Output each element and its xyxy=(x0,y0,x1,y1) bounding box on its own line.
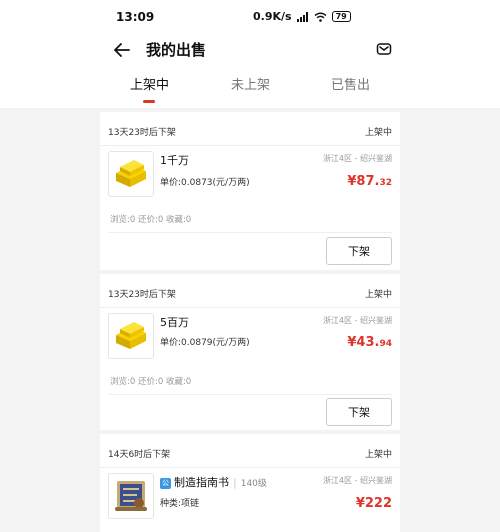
divider xyxy=(108,394,392,395)
page-title: 我的出售 xyxy=(146,41,207,59)
wifi-icon xyxy=(314,12,327,22)
listing-status: 上架中 xyxy=(364,290,392,300)
public-badge: 公 xyxy=(160,478,171,489)
listing-status: 上架中 xyxy=(364,450,392,460)
tab-bar: 上架中 未上架 已售出 xyxy=(0,74,500,108)
item-thumbnail[interactable] xyxy=(108,313,154,359)
status-time: 13:09 xyxy=(116,10,155,24)
item-unit-price: 单价:0.0873(元/万两) xyxy=(160,178,250,188)
tab-on-sale[interactable]: 上架中 xyxy=(130,74,169,93)
separator: | xyxy=(233,476,237,489)
item-name-row: 公制造指南书 | 140级 xyxy=(160,474,267,490)
status-indicators: 0.9K/s 79 xyxy=(253,10,351,23)
divider xyxy=(108,232,392,233)
item-server: 浙江4区 - 绍兴鉴湖 xyxy=(322,316,392,325)
item-stats: 浏览:0 还价:0 收藏:0 xyxy=(110,215,192,225)
gold-ingot-icon xyxy=(116,322,146,349)
listing-status: 上架中 xyxy=(364,128,392,138)
item-price: ¥43.94 xyxy=(347,335,392,350)
price-cents: 94 xyxy=(379,339,392,349)
price-cents: 32 xyxy=(379,178,392,188)
item-server: 浙江4区 - 绍兴鉴湖 xyxy=(322,476,392,485)
guide-book-icon xyxy=(115,481,147,511)
back-arrow-icon[interactable] xyxy=(112,40,132,60)
listing-card[interactable]: 13天23时后下架 上架中 1千万 单价:0.0873(元/万两) 浙江4区 -… xyxy=(100,112,400,270)
network-speed: 0.9K/s xyxy=(253,10,292,23)
item-category: 种类:项链 xyxy=(160,499,200,509)
item-unit-price: 单价:0.0879(元/万两) xyxy=(160,338,250,348)
listing-card[interactable]: 14天6时后下架 上架中 公制造指南书 | 140级 种类:项链 浙江4区 - 绍兴… xyxy=(100,434,400,532)
status-bar: 13:09 0.9K/s 79 xyxy=(0,0,500,34)
battery-icon: 79 xyxy=(331,11,351,22)
tab-not-listed[interactable]: 未上架 xyxy=(231,74,270,93)
item-thumbnail[interactable] xyxy=(108,151,154,197)
price-main: ¥87. xyxy=(347,174,380,189)
delist-button[interactable]: 下架 xyxy=(326,237,392,265)
listing-time-left: 13天23时后下架 xyxy=(108,128,176,138)
active-tab-indicator xyxy=(143,100,155,103)
item-server: 浙江4区 - 绍兴鉴湖 xyxy=(322,154,392,163)
item-name: 5百万 xyxy=(160,316,189,329)
listing-header: 13天23时后下架 上架中 xyxy=(100,274,400,308)
price-main: ¥43. xyxy=(347,335,380,350)
item-thumbnail[interactable] xyxy=(108,473,154,519)
signal-icon xyxy=(296,11,308,22)
item-stats: 浏览:0 还价:0 收藏:0 xyxy=(110,377,192,387)
gold-ingot-icon xyxy=(116,160,146,187)
delist-button[interactable]: 下架 xyxy=(326,398,392,426)
tab-sold[interactable]: 已售出 xyxy=(331,74,370,93)
item-level: 140级 xyxy=(240,479,267,489)
item-price: ¥87.32 xyxy=(347,174,392,189)
item-name: 1千万 xyxy=(160,154,189,167)
item-name: 制造指南书 xyxy=(174,476,229,489)
item-price: ¥222 xyxy=(355,496,392,511)
listing-header: 13天23时后下架 上架中 xyxy=(100,112,400,146)
message-icon[interactable] xyxy=(376,41,392,57)
app-header: 我的出售 xyxy=(0,34,500,74)
listing-time-left: 13天23时后下架 xyxy=(108,290,176,300)
listing-card[interactable]: 13天23时后下架 上架中 5百万 单价:0.0879(元/万两) 浙江4区 -… xyxy=(100,274,400,430)
listing-time-left: 14天6时后下架 xyxy=(108,450,171,460)
listing-header: 14天6时后下架 上架中 xyxy=(100,434,400,468)
